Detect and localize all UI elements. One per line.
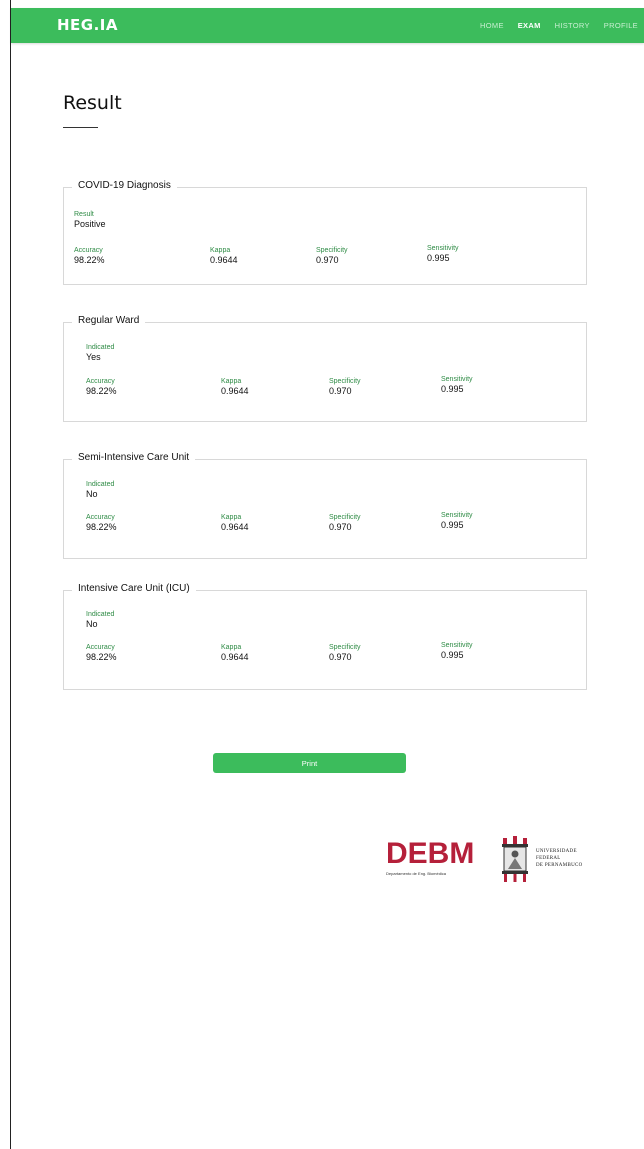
metric-label: Specificity	[329, 514, 361, 521]
field-label: Indicated	[86, 344, 115, 351]
print-button[interactable]: Print	[213, 753, 406, 773]
metric-value: 0.9644	[221, 652, 249, 662]
indicated-field: Indicated No	[86, 610, 114, 630]
metric-label: Accuracy	[86, 378, 115, 385]
metric-sensitivity: Sensitivity 0.995	[441, 511, 473, 531]
metric-kappa: Kappa 0.9644	[221, 377, 249, 397]
indicated-field: Indicated No	[86, 480, 114, 500]
indicated-field: Indicated Yes	[86, 343, 114, 363]
metric-value: 0.995	[441, 520, 464, 530]
debm-logo: DEBM Departamento de Eng. Biomédica	[386, 838, 482, 880]
metric-value: 0.9644	[221, 522, 249, 532]
page-title: Result	[63, 92, 122, 114]
metric-value: 0.970	[316, 255, 339, 265]
metric-label: Sensitivity	[427, 245, 459, 252]
metric-specificity: Specificity 0.970	[329, 377, 361, 397]
metric-label: Sensitivity	[441, 642, 473, 649]
field-value: No	[86, 619, 98, 629]
result-field: Result Positive	[74, 210, 106, 230]
card-intensive-care-icu: Intensive Care Unit (ICU) Indicated No A…	[63, 583, 587, 690]
metric-label: Sensitivity	[441, 376, 473, 383]
metric-label: Accuracy	[86, 644, 115, 651]
metric-sensitivity: Sensitivity 0.995	[427, 244, 459, 264]
ufpe-crest-icon	[502, 836, 528, 882]
field-label: Result	[74, 211, 94, 218]
metric-value: 0.970	[329, 522, 352, 532]
metric-label: Specificity	[329, 378, 361, 385]
card-covid-diagnosis: COVID-19 Diagnosis Result Positive Accur…	[63, 180, 587, 285]
metric-value: 0.9644	[210, 255, 238, 265]
metric-label: Kappa	[221, 514, 242, 521]
ufpe-line: FEDERAL	[536, 856, 561, 861]
metric-label: Kappa	[210, 247, 231, 254]
metric-label: Sensitivity	[441, 512, 473, 519]
metric-value: 98.22%	[86, 386, 117, 396]
metric-label: Accuracy	[86, 514, 115, 521]
top-navbar: HEG.IA HOME EXAM HISTORY PROFILE	[11, 8, 644, 43]
nav-exam[interactable]: EXAM	[518, 21, 541, 30]
metric-kappa: Kappa 0.9644	[210, 246, 238, 266]
metric-value: 98.22%	[86, 522, 117, 532]
card-title: COVID-19 Diagnosis	[72, 180, 177, 191]
field-label: Indicated	[86, 481, 115, 488]
metric-value: 0.9644	[221, 386, 249, 396]
app-logo[interactable]: HEG.IA	[57, 16, 118, 34]
metric-value: 98.22%	[74, 255, 105, 265]
metric-label: Specificity	[316, 247, 348, 254]
metric-specificity: Specificity 0.970	[316, 246, 348, 266]
metric-value: 0.970	[329, 386, 352, 396]
metric-label: Accuracy	[74, 247, 103, 254]
metric-value: 0.995	[427, 253, 450, 263]
metric-accuracy: Accuracy 98.22%	[86, 643, 117, 663]
metric-sensitivity: Sensitivity 0.995	[441, 375, 473, 395]
metric-accuracy: Accuracy 98.22%	[74, 246, 105, 266]
metric-value: 0.995	[441, 650, 464, 660]
nav-profile[interactable]: PROFILE	[604, 21, 638, 30]
ufpe-line: DE PERNAMBUCO	[536, 863, 583, 868]
nav-history[interactable]: HISTORY	[555, 21, 590, 30]
title-underline	[63, 127, 98, 128]
card-regular-ward: Regular Ward Indicated Yes Accuracy 98.2…	[63, 315, 587, 422]
field-value: No	[86, 489, 98, 499]
debm-subtitle: Departamento de Eng. Biomédica	[386, 871, 447, 876]
field-value: Positive	[74, 219, 106, 229]
metric-value: 0.995	[441, 384, 464, 394]
metric-accuracy: Accuracy 98.22%	[86, 377, 117, 397]
nav-links: HOME EXAM HISTORY PROFILE	[480, 8, 644, 43]
card-title: Semi-Intensive Care Unit	[72, 452, 196, 463]
metric-accuracy: Accuracy 98.22%	[86, 513, 117, 533]
nav-home[interactable]: HOME	[480, 21, 504, 30]
ufpe-logo-text: UNIVERSIDADE FEDERAL DE PERNAMBUCO	[536, 848, 583, 869]
card-title: Intensive Care Unit (ICU)	[72, 583, 196, 594]
field-value: Yes	[86, 352, 101, 362]
metric-value: 98.22%	[86, 652, 117, 662]
field-label: Indicated	[86, 611, 115, 618]
metric-label: Specificity	[329, 644, 361, 651]
metric-kappa: Kappa 0.9644	[221, 643, 249, 663]
window-left-edge	[10, 0, 11, 1149]
metric-sensitivity: Sensitivity 0.995	[441, 641, 473, 661]
metric-specificity: Specificity 0.970	[329, 513, 361, 533]
card-semi-intensive-care: Semi-Intensive Care Unit Indicated No Ac…	[63, 452, 587, 559]
ufpe-line: UNIVERSIDADE	[536, 849, 577, 854]
debm-logo-text: DEBM	[386, 837, 475, 870]
metric-label: Kappa	[221, 378, 242, 385]
metric-value: 0.970	[329, 652, 352, 662]
metric-label: Kappa	[221, 644, 242, 651]
card-title: Regular Ward	[72, 315, 146, 326]
metric-kappa: Kappa 0.9644	[221, 513, 249, 533]
metric-specificity: Specificity 0.970	[329, 643, 361, 663]
